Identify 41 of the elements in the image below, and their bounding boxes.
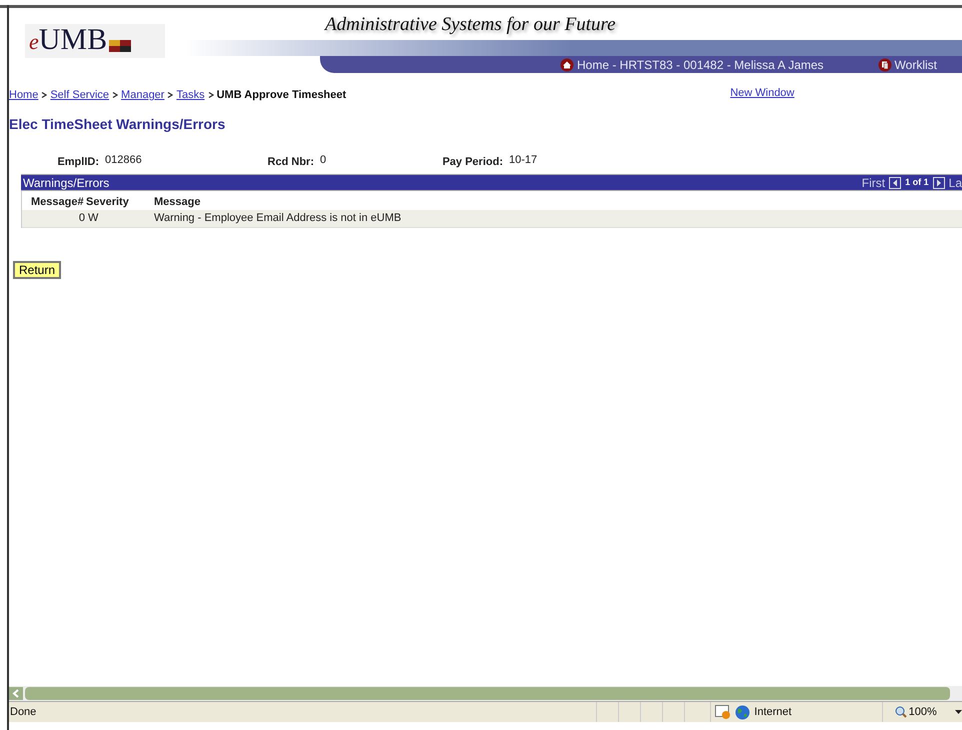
table-cell-text: 0 [78,211,86,226]
flag-icon [109,40,132,52]
previous-icon[interactable] [889,176,902,188]
page-title: Elec TimeSheet Warnings/Errors [9,115,226,134]
zoom-icon[interactable] [894,706,907,718]
table-cell-text: Warning - Employee Email Address is not in eUMB [154,211,402,226]
table-cell-text: W [88,211,100,226]
column-header: Severity [85,194,130,210]
column-header: Message# [30,194,85,210]
globe-icon [735,704,750,720]
field-label: EmplID: [56,154,99,170]
breadcrumb-link[interactable]: Home [9,86,38,104]
dropdown-icon[interactable] [954,710,962,714]
status-text: Done [10,704,36,720]
breadcrumb-current: UMB Approve Timesheet [216,88,346,103]
new-window-link[interactable]: New Window [730,84,794,102]
field-value: 10-17 [509,153,538,168]
logo: eUMB [29,24,108,58]
breadcrumb-link[interactable]: Tasks [176,86,205,104]
worklist-link[interactable]: Worklist [878,56,937,74]
house-icon[interactable] [560,58,574,72]
horizontal-scrollbar[interactable] [9,686,962,701]
field-value: 012866 [105,153,143,168]
tagline: Administrative Systems for our Future [325,13,616,37]
column-header: Message [154,194,202,210]
field-label: Rcd Nbr: [266,154,314,170]
field-label: Pay Period: [441,154,503,170]
page-count: 1 of 1 [905,176,929,189]
breadcrumb-link[interactable]: Self Service [50,86,110,104]
home-link[interactable]: Home - HRTST83 - 001482 - Melissa A James [560,56,824,74]
return-button[interactable]: Return [13,261,61,279]
popup-warning-icon [715,705,732,719]
zoom-level[interactable]: 100% [908,704,937,720]
documents-icon[interactable] [878,58,892,72]
grid-title: Warnings/Errors [23,174,110,192]
breadcrumb-link[interactable]: Manager [121,86,164,104]
last-link[interactable]: La [948,174,962,192]
zone-label: Internet [754,704,792,720]
first-link[interactable]: First [862,174,886,192]
next-icon[interactable] [932,176,945,188]
field-value: 0 [320,153,328,168]
